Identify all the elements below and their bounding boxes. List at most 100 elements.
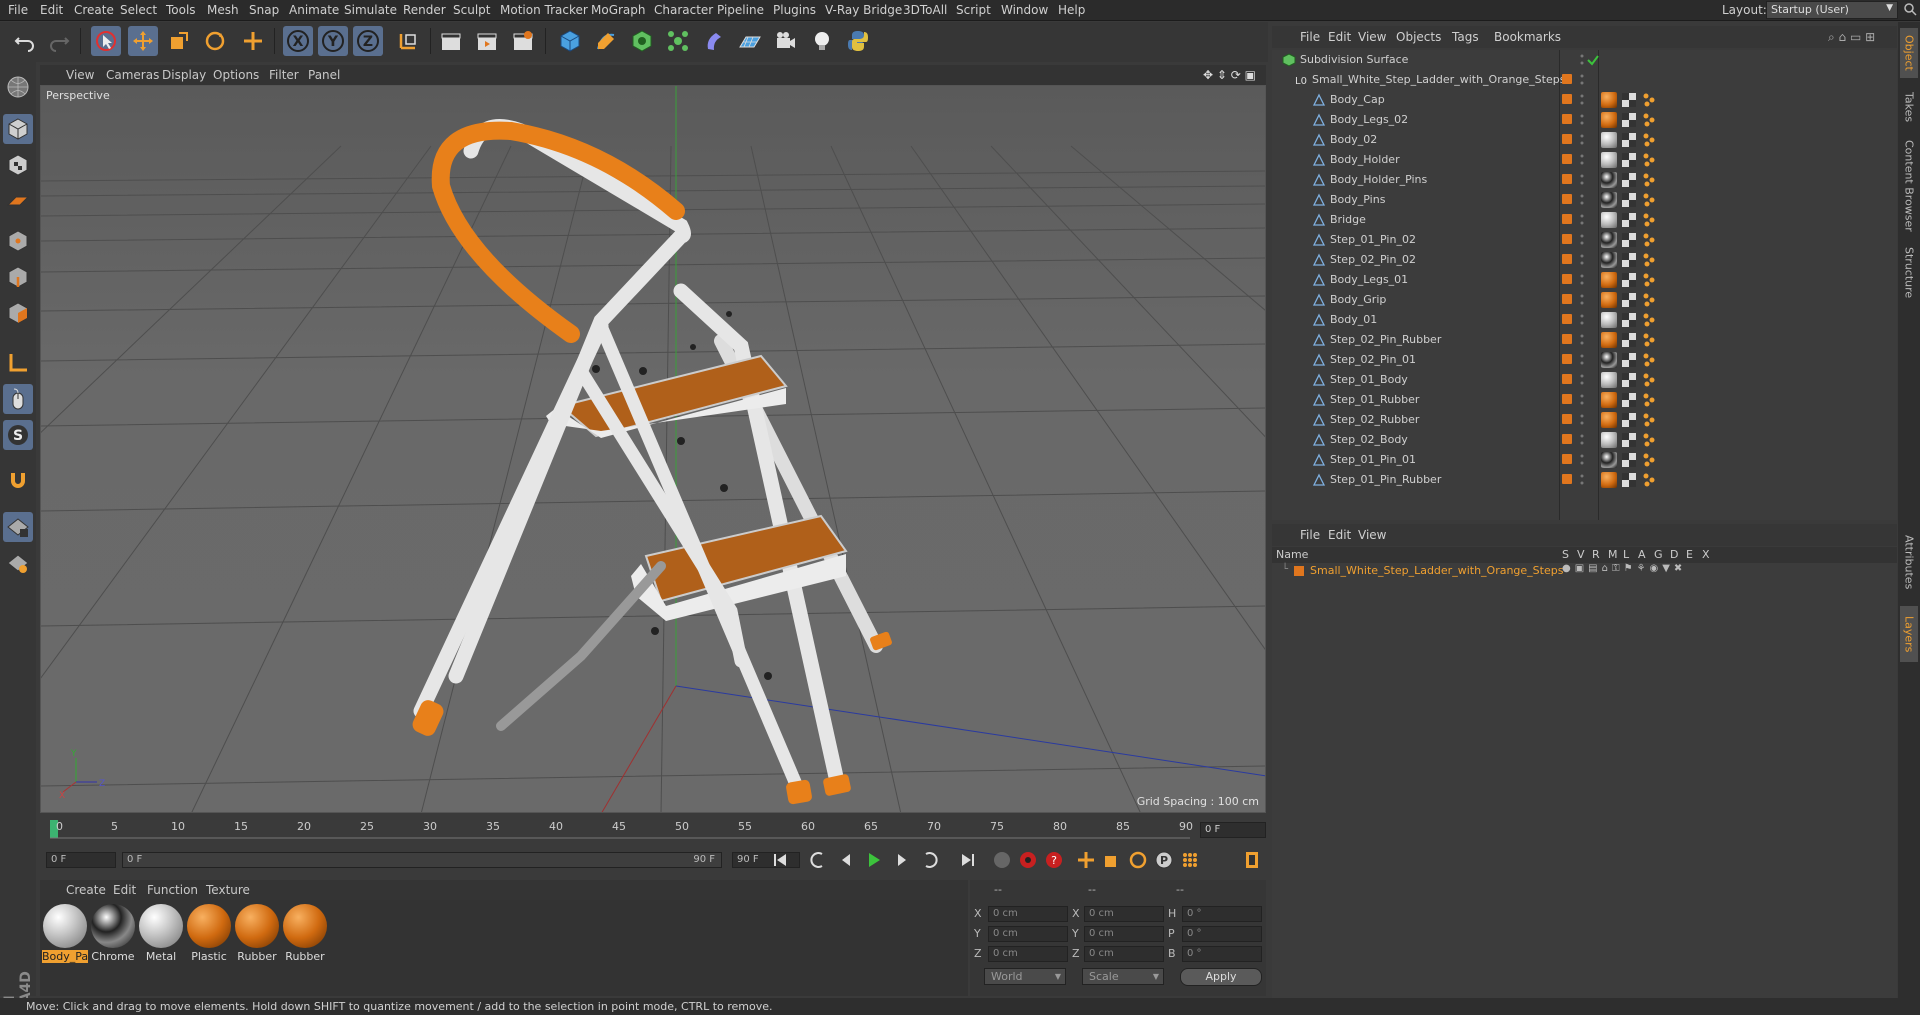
visibility-dots[interactable]	[1580, 93, 1584, 107]
key-rotation-button[interactable]	[1126, 848, 1150, 872]
make-editable-button[interactable]	[3, 72, 33, 102]
uvw-tag-icon[interactable]	[1621, 172, 1637, 188]
go-to-start-button[interactable]	[768, 848, 792, 872]
material-tag[interactable]	[1601, 372, 1617, 388]
visibility-dots[interactable]	[1580, 373, 1584, 387]
phong-tag-icon[interactable]	[1641, 112, 1657, 128]
lock-workplane-button[interactable]	[3, 512, 33, 542]
object-name[interactable]: Body_Holder	[1330, 153, 1400, 166]
layer-color-tag[interactable]	[1562, 194, 1572, 204]
phong-tag-icon[interactable]	[1641, 172, 1657, 188]
layer-color-tag[interactable]	[1562, 434, 1572, 444]
menu-3dtoall[interactable]: 3DToAll	[903, 3, 947, 17]
material-swatch[interactable]: Chrome	[90, 904, 136, 966]
search-icon[interactable]	[1903, 2, 1917, 16]
phong-tag-icon[interactable]	[1641, 272, 1657, 288]
end-frame-field[interactable]: 0 F	[1200, 822, 1266, 838]
object-name[interactable]: Body_Legs_02	[1330, 113, 1408, 126]
live-selection-button[interactable]	[91, 26, 121, 56]
next-frame-button[interactable]	[890, 848, 914, 872]
phong-tag-icon[interactable]	[1641, 132, 1657, 148]
material-tag[interactable]	[1601, 312, 1617, 328]
material-menu-texture[interactable]: Texture	[206, 883, 250, 897]
viewport-menu-view[interactable]: View	[66, 68, 94, 82]
object-name[interactable]: Body_Grip	[1330, 293, 1386, 306]
object-row[interactable]: Body_02	[1272, 130, 1897, 150]
axis-mode-button[interactable]	[3, 348, 33, 378]
motion-record-button[interactable]	[990, 848, 1014, 872]
material-tag[interactable]	[1601, 232, 1617, 248]
object-name[interactable]: Step_01_Body	[1330, 373, 1408, 386]
phong-tag-icon[interactable]	[1641, 312, 1657, 328]
uvw-tag-icon[interactable]	[1621, 412, 1637, 428]
object-menu-view[interactable]: View	[1358, 30, 1386, 44]
add-floor-button[interactable]	[735, 26, 765, 56]
menu-vray-bridge[interactable]: V-Ray Bridge	[825, 3, 902, 17]
visibility-dots[interactable]	[1580, 313, 1584, 327]
menu-motion-tracker[interactable]: Motion Tracker	[500, 3, 588, 17]
layer-color-tag[interactable]	[1562, 74, 1572, 84]
object-menu-objects[interactable]: Objects	[1396, 30, 1441, 44]
visibility-dots[interactable]	[1580, 433, 1584, 447]
tab-structure[interactable]: Structure	[1900, 240, 1918, 306]
material-tag[interactable]	[1601, 452, 1617, 468]
uvw-tag-icon[interactable]	[1621, 432, 1637, 448]
layer-color-tag[interactable]	[1562, 274, 1572, 284]
object-row[interactable]: Step_01_Body	[1272, 370, 1897, 390]
viewport-menu-display[interactable]: Display	[162, 68, 206, 82]
render-view-button[interactable]	[436, 26, 466, 56]
material-swatch[interactable]: Plastic	[186, 904, 232, 966]
phong-tag-icon[interactable]	[1641, 332, 1657, 348]
material-tag[interactable]	[1601, 292, 1617, 308]
size-x-field[interactable]: 0 cm	[1084, 906, 1164, 922]
layer-menu-edit[interactable]: Edit	[1328, 528, 1351, 542]
material-tag[interactable]	[1601, 272, 1617, 288]
texture-mode-button[interactable]	[3, 150, 33, 180]
layer-color-tag[interactable]	[1562, 354, 1572, 364]
visibility-dots[interactable]	[1580, 293, 1584, 307]
object-name[interactable]: Body_Holder_Pins	[1330, 173, 1427, 186]
menu-pipeline[interactable]: Pipeline	[717, 3, 764, 17]
layer-menu-view[interactable]: View	[1358, 528, 1386, 542]
prev-frame-button[interactable]	[834, 848, 858, 872]
object-name[interactable]: Step_02_Body	[1330, 433, 1408, 446]
tab-layers[interactable]: Layers	[1900, 606, 1918, 662]
visibility-dots[interactable]	[1580, 333, 1584, 347]
rotation-p-field[interactable]: 0 °	[1182, 926, 1262, 942]
layer-color-tag[interactable]	[1562, 474, 1572, 484]
timeline-window-button[interactable]	[1240, 848, 1264, 872]
model-mode-button[interactable]	[3, 114, 33, 144]
uvw-tag-icon[interactable]	[1621, 152, 1637, 168]
size-z-field[interactable]: 0 cm	[1084, 946, 1164, 962]
points-mode-button[interactable]	[3, 226, 33, 256]
object-row[interactable]: Body_Legs_02	[1272, 110, 1897, 130]
menu-simulate[interactable]: Simulate	[344, 3, 397, 17]
layer-color-tag[interactable]	[1562, 394, 1572, 404]
layer-color-tag[interactable]	[1562, 234, 1572, 244]
go-to-end-button[interactable]	[956, 848, 980, 872]
uvw-tag-icon[interactable]	[1621, 92, 1637, 108]
visibility-dots[interactable]	[1580, 453, 1584, 467]
checkmark-icon[interactable]	[1586, 53, 1600, 67]
undo-button[interactable]	[10, 26, 40, 56]
object-menu-bookmarks[interactable]: Bookmarks	[1494, 30, 1561, 44]
object-row[interactable]: Subdivision Surface	[1272, 50, 1897, 70]
phong-tag-icon[interactable]	[1641, 432, 1657, 448]
phong-tag-icon[interactable]	[1641, 92, 1657, 108]
object-menu-file[interactable]: File	[1300, 30, 1320, 44]
layer-color-tag[interactable]	[1562, 154, 1572, 164]
object-name[interactable]: Step_01_Rubber	[1330, 393, 1419, 406]
add-spline-button[interactable]	[591, 26, 621, 56]
object-manager-nav-icons[interactable]: ⌕ ⌂ ▭ ⊞	[1828, 30, 1875, 45]
layer-color-tag[interactable]	[1562, 334, 1572, 344]
material-menu-function[interactable]: Function	[147, 883, 198, 897]
layer-color-tag[interactable]	[1562, 374, 1572, 384]
menu-animate[interactable]: Animate	[289, 3, 339, 17]
object-row[interactable]: Step_01_Rubber	[1272, 390, 1897, 410]
object-row[interactable]: Body_01	[1272, 310, 1897, 330]
planar-workplane-button[interactable]	[3, 548, 33, 578]
uvw-tag-icon[interactable]	[1621, 352, 1637, 368]
phong-tag-icon[interactable]	[1641, 472, 1657, 488]
play-button[interactable]	[862, 848, 886, 872]
coordinate-system-button[interactable]	[393, 26, 423, 56]
